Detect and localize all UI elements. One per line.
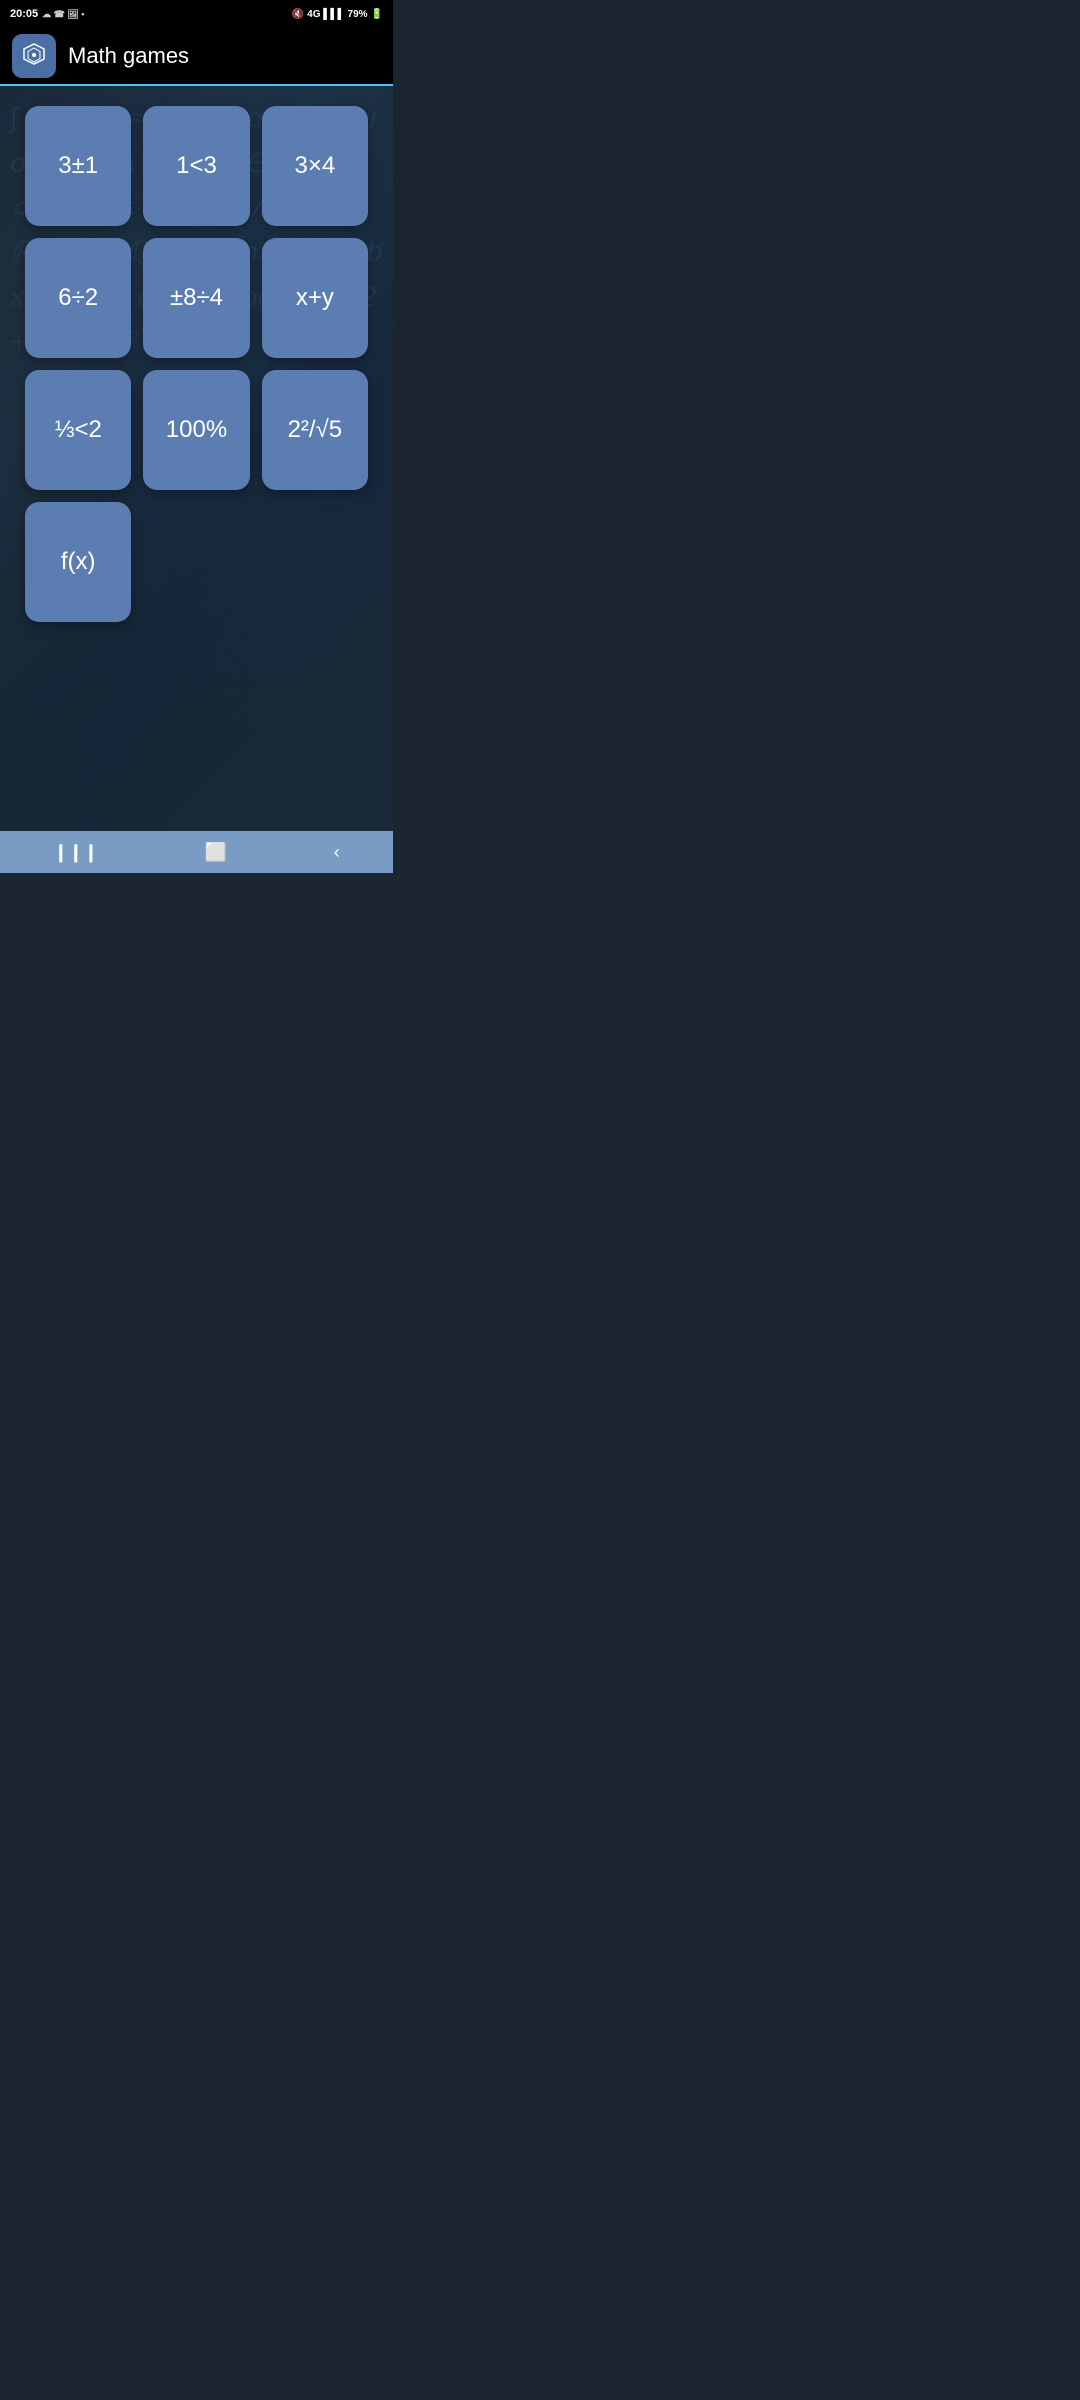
mute-icon: 🔇	[292, 9, 304, 20]
app-icon	[12, 34, 56, 78]
nav-bar: ❙❙❙ ⬜ ‹	[0, 831, 393, 873]
nav-home-button[interactable]: ⬜	[185, 834, 247, 871]
signal-bars: 4G ▌▌▌	[307, 9, 344, 20]
game-btn-addition-subtraction[interactable]: 3±1	[25, 106, 131, 226]
empty-slot-2	[262, 502, 368, 622]
time-display: 20:05	[10, 8, 38, 20]
battery-indicator: 79%	[348, 9, 368, 20]
app-title: Math games	[68, 43, 189, 69]
game-btn-functions[interactable]: f(x)	[25, 502, 131, 622]
game-btn-multiplication[interactable]: 3×4	[262, 106, 368, 226]
status-time: 20:05 ☁ ☎ 🖼 •	[10, 8, 84, 20]
nav-back-button[interactable]: ‹	[314, 834, 360, 871]
nav-recent-button[interactable]: ❙❙❙	[33, 834, 118, 871]
game-btn-comparison[interactable]: 1<3	[143, 106, 249, 226]
status-right: 🔇 4G ▌▌▌ 79% 🔋	[292, 9, 383, 20]
game-btn-algebra[interactable]: x+y	[262, 238, 368, 358]
app-bar: Math games	[0, 28, 393, 86]
signal-icons: ☁ ☎ 🖼 •	[42, 9, 84, 20]
game-btn-fractions[interactable]: ⅓<2	[25, 370, 131, 490]
game-btn-powers-roots[interactable]: 2²/√5	[262, 370, 368, 490]
games-grid: 3±1 1<3 3×4 6÷2 ±8÷4 x+y ⅓<2 100% 2²/√5	[25, 106, 368, 622]
game-btn-division[interactable]: 6÷2	[25, 238, 131, 358]
game-btn-percentage[interactable]: 100%	[143, 370, 249, 490]
main-content: ∫ ∑ π √ ∞ ≈ ≠ ± × ÷ α β γ θ λ μ σ φ ψ ω …	[0, 86, 393, 831]
battery-icon: 🔋	[371, 9, 383, 20]
game-btn-signed-division[interactable]: ±8÷4	[143, 238, 249, 358]
status-bar: 20:05 ☁ ☎ 🖼 • 🔇 4G ▌▌▌ 79% 🔋	[0, 0, 393, 28]
empty-slot-1	[143, 502, 249, 622]
